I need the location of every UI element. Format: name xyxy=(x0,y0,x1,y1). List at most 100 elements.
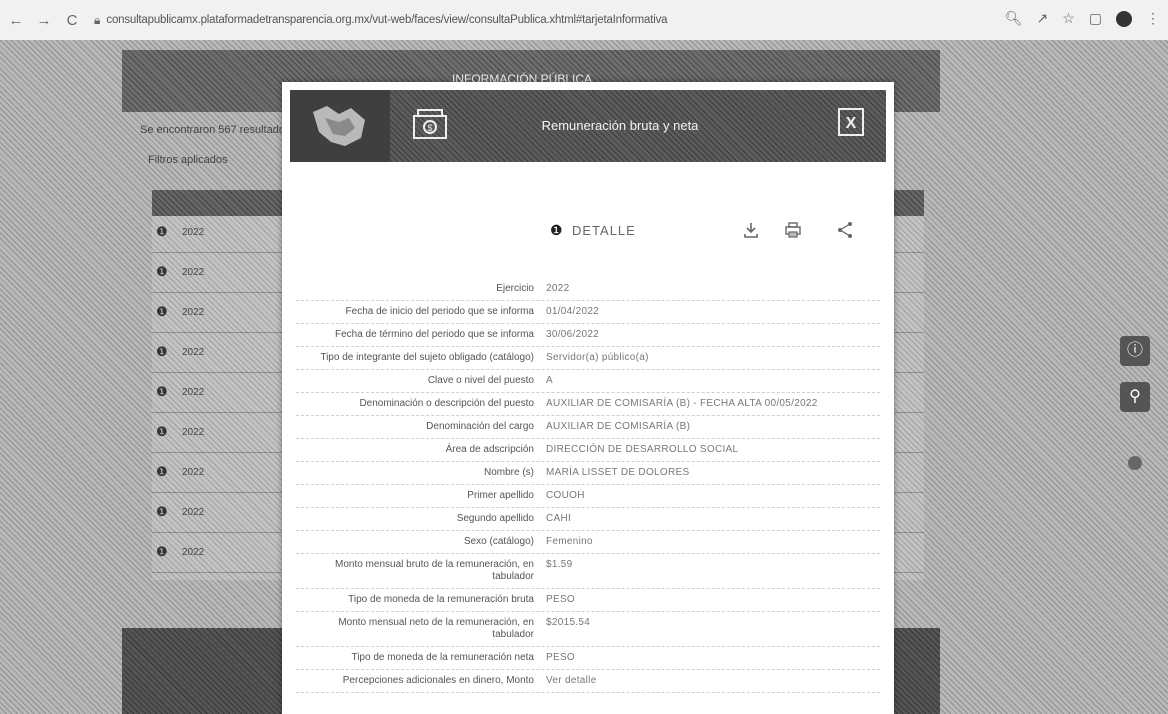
field-value: PESO xyxy=(546,594,575,605)
browser-actions: 🔍︎ ↗ ☆ ▢ ⋮ xyxy=(1005,10,1160,27)
field-value: AUXILIAR DE COMISARÍA (B) - FECHA ALTA 0… xyxy=(546,398,818,409)
field-label: Sexo (catálogo) xyxy=(463,536,534,547)
field-label: Nombre (s) xyxy=(483,467,534,478)
detail-field-row: Ejercicio 2022 xyxy=(296,278,880,301)
detail-toolbar: ❶ DETALLE xyxy=(550,218,870,244)
back-icon[interactable]: ← xyxy=(4,12,28,29)
field-label: Tipo de integrante del sujeto obligado (… xyxy=(320,352,534,363)
info-icon: ❶ xyxy=(550,222,563,238)
share-page-icon[interactable]: ↗ xyxy=(1036,10,1048,27)
browser-toolbar: ← → C 🔒︎ consultapublicamx.plataformadet… xyxy=(0,0,1168,41)
detail-field-row: Denominación del cargo AUXILIAR DE COMISA… xyxy=(296,416,880,439)
row-year-cell: 2022 xyxy=(182,427,205,438)
field-label: Clave o nivel del puesto xyxy=(427,375,534,386)
field-value: DIRECCIÓN DE DESARROLLO SOCIAL xyxy=(546,444,739,455)
bookmark-star-icon[interactable]: ☆ xyxy=(1062,10,1075,27)
field-value[interactable]: Ver detalle xyxy=(542,675,880,687)
detail-fields: Ejercicio 2022 Fecha de inicio del periodo… xyxy=(296,278,880,693)
field-label: Monto mensual bruto de la remuneración, … xyxy=(334,559,534,582)
field-value: $2015.54 xyxy=(546,617,591,628)
profile-avatar[interactable] xyxy=(1116,10,1132,27)
detail-field-row: Tipo de moneda de la remuneración neta PE… xyxy=(296,647,880,670)
field-value: AUXILIAR DE COMISARÍA (B) xyxy=(546,421,691,432)
row-year-cell: 2022 xyxy=(182,347,205,358)
field-label: Ejercicio xyxy=(496,283,534,294)
remuneration-modal: $ Remuneración bruta y neta X ❶ DETALLE … xyxy=(282,82,894,714)
sidepanel-icon[interactable]: ▢ xyxy=(1089,10,1102,27)
row-year-cell: 2022 xyxy=(182,267,205,278)
field-label: Monto mensual neto de la remuneración, e… xyxy=(338,617,534,640)
field-label: Área de adscripción xyxy=(445,444,534,455)
row-info-icon[interactable]: ❶ xyxy=(156,464,168,480)
row-info-icon[interactable]: ❶ xyxy=(156,344,168,360)
field-label: Denominación del cargo xyxy=(426,421,534,432)
row-info-icon[interactable]: ❶ xyxy=(156,264,168,280)
field-label: Primer apellido xyxy=(467,490,534,501)
row-info-icon[interactable]: ❶ xyxy=(156,304,168,320)
field-value: 01/04/2022 xyxy=(546,306,600,317)
row-year-cell: 2022 xyxy=(182,547,205,558)
lock-icon[interactable]: 🔒︎ xyxy=(94,13,100,28)
detail-field-row: Sexo (catálogo) Femenino xyxy=(296,531,880,554)
detail-field-row: Tipo de moneda de la remuneración bruta P… xyxy=(296,589,880,612)
close-button[interactable]: X xyxy=(838,108,864,136)
row-year-cell: 2022 xyxy=(182,387,205,398)
svg-text:$: $ xyxy=(427,123,432,133)
field-value: 2022 xyxy=(546,283,570,294)
row-year-cell: 2022 xyxy=(182,307,205,318)
reload-icon[interactable]: C xyxy=(60,12,84,29)
detail-field-row: Área de adscripción DIRECCIÓN DE DESARROL… xyxy=(296,439,880,462)
detail-field-row: Tipo de integrante del sujeto obligado (… xyxy=(296,347,880,370)
detail-label: DETALLE xyxy=(572,223,636,238)
field-value: COUOH xyxy=(546,490,585,501)
detail-field-row: Clave o nivel del puesto A xyxy=(296,370,880,393)
field-value: Servidor(a) público(a) xyxy=(546,352,649,363)
field-value: Femenino xyxy=(546,536,593,547)
row-year-cell: 2022 xyxy=(182,467,205,478)
filters-text: Filtros aplicados xyxy=(148,154,228,166)
modal-title: Remuneración bruta y neta xyxy=(541,118,699,133)
menu-dots-icon[interactable]: ⋮ xyxy=(1146,10,1160,27)
detail-field-row: Monto mensual neto de la remuneración, e… xyxy=(296,612,880,647)
field-value: MARÍA LISSET DE DOLORES xyxy=(546,467,690,478)
detail-field-row: Segundo apellido CAHI xyxy=(296,508,880,531)
field-label: Tipo de moneda de la remuneración bruta xyxy=(348,594,534,605)
download-icon[interactable] xyxy=(742,221,760,239)
info-side-button[interactable]: ⓘ xyxy=(1120,336,1150,366)
row-info-icon[interactable]: ❶ xyxy=(156,424,168,440)
institution-logo xyxy=(290,90,390,162)
detail-field-row: Fecha de término del periodo que se info… xyxy=(296,324,880,347)
share-icon[interactable] xyxy=(836,221,854,239)
field-label: Segundo apellido xyxy=(456,513,534,524)
field-value: 30/06/2022 xyxy=(546,329,600,340)
field-value: A xyxy=(546,375,553,386)
row-info-icon[interactable]: ❶ xyxy=(156,544,168,560)
field-label: Tipo de moneda de la remuneración neta xyxy=(351,652,534,663)
field-label: Percepciones adicionales en dinero, Mont… xyxy=(342,675,534,686)
money-icon: $ xyxy=(413,109,447,139)
detail-field-row: Percepciones adicionales en dinero, Mont… xyxy=(296,670,880,693)
field-label: Fecha de término del periodo que se info… xyxy=(334,329,534,340)
side-dot-icon[interactable] xyxy=(1128,456,1142,470)
field-value: $1.59 xyxy=(546,559,573,570)
row-year-cell: 2022 xyxy=(182,507,205,518)
detail-field-row: Primer apellido COUOH xyxy=(296,485,880,508)
print-icon[interactable] xyxy=(784,221,802,239)
detail-field-row: Monto mensual bruto de la remuneración, … xyxy=(296,554,880,589)
field-value: PESO xyxy=(546,652,575,663)
zoom-icon[interactable]: 🔍︎ xyxy=(1005,10,1023,27)
detail-field-row: Nombre (s) MARÍA LISSET DE DOLORES xyxy=(296,462,880,485)
detail-field-row: Denominación o descripción del puesto AUX… xyxy=(296,393,880,416)
field-label: Fecha de inicio del periodo que se infor… xyxy=(345,306,534,317)
row-info-icon[interactable]: ❶ xyxy=(156,504,168,520)
address-bar[interactable]: consultapublicamx.plataformadetransparen… xyxy=(106,14,667,26)
field-label: Denominación o descripción del puesto xyxy=(359,398,534,409)
forward-icon[interactable]: → xyxy=(32,12,56,29)
search-side-button[interactable]: ⚲ xyxy=(1120,382,1150,412)
row-year-cell: 2022 xyxy=(182,227,205,238)
row-info-icon[interactable]: ❶ xyxy=(156,224,168,240)
detail-field-row: Fecha de inicio del periodo que se infor… xyxy=(296,301,880,324)
row-info-icon[interactable]: ❶ xyxy=(156,384,168,400)
results-count-text: Se encontraron 567 resultados xyxy=(140,124,291,136)
field-value: CAHI xyxy=(546,513,572,524)
